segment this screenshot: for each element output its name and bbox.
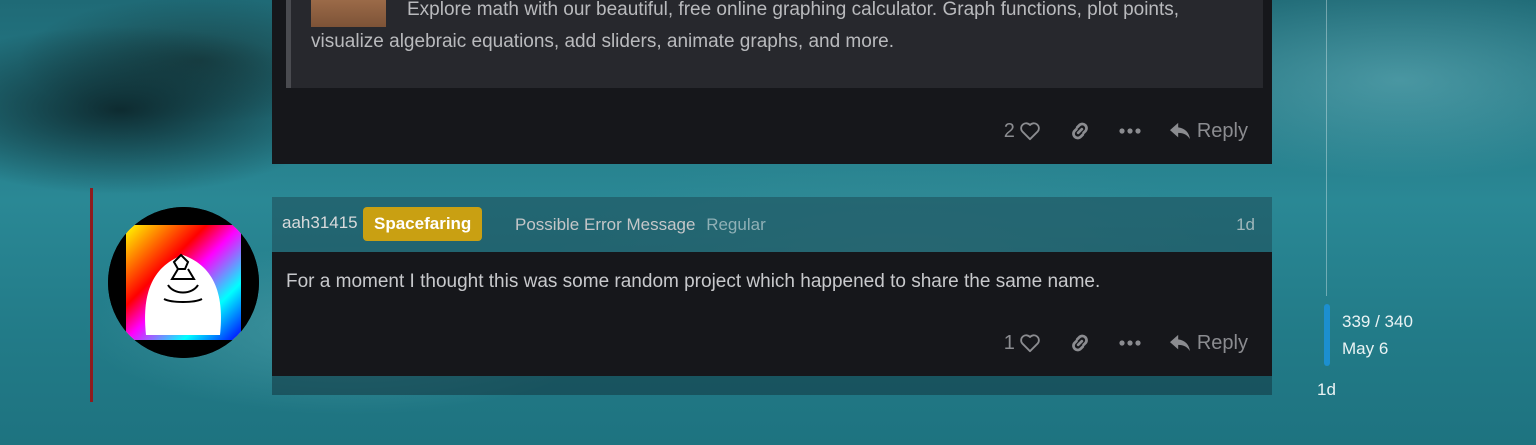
post-actions: 2 Reply [1004,116,1248,146]
reply-label: Reply [1196,331,1248,354]
reply-icon [1169,334,1190,352]
heart-icon [1020,122,1040,141]
reply-icon [1169,122,1190,140]
user-title: Possible Error Message Regular [515,215,766,235]
user-group: Regular [706,215,766,234]
post-text: For a moment I thought this was some ran… [286,271,1101,292]
like-button[interactable]: 2 [1004,120,1041,143]
post-highlight-line [90,188,93,402]
link-onebox[interactable]: Explore math with our beautiful, free on… [286,0,1263,88]
more-button[interactable] [1119,127,1141,135]
user-title-text: Possible Error Message [515,215,696,234]
username[interactable]: aah31415 [282,213,358,233]
more-icon [1119,128,1141,134]
like-count: 1 [1003,331,1015,354]
heart-icon [1020,334,1040,353]
more-button[interactable] [1119,339,1141,347]
timeline-handle[interactable] [1324,304,1330,366]
copy-link-button[interactable] [1069,120,1091,142]
timeline-post-count: 339 / 340 [1342,312,1413,331]
reply-button[interactable]: Reply [1169,120,1248,143]
timeline-date: May 6 [1342,339,1389,358]
avatar[interactable] [108,207,259,358]
more-icon [1119,340,1141,346]
timeline-end-date[interactable]: 1d [1317,380,1336,400]
post-date[interactable]: 1d [1236,215,1255,235]
timeline-track[interactable] [1326,0,1327,296]
reply-button[interactable]: Reply [1169,332,1248,355]
reply-label: Reply [1196,119,1248,142]
post-bottom-strip [272,376,1272,395]
post-body: For a moment I thought this was some ran… [272,252,1272,376]
previous-post: Explore math with our beautiful, free on… [272,0,1272,164]
user-flair-badge[interactable]: Spacefaring [363,207,483,241]
copy-link-button[interactable] [1069,332,1091,354]
onebox-description: Explore math with our beautiful, free on… [311,0,1180,52]
post-actions: 1 Reply [1004,328,1248,358]
link-icon [1071,334,1088,352]
link-icon [1071,122,1088,140]
like-count: 2 [1003,119,1015,142]
like-button[interactable]: 1 [1004,332,1041,355]
post-header: aah31415 Spacefaring Possible Error Mess… [272,197,1272,252]
